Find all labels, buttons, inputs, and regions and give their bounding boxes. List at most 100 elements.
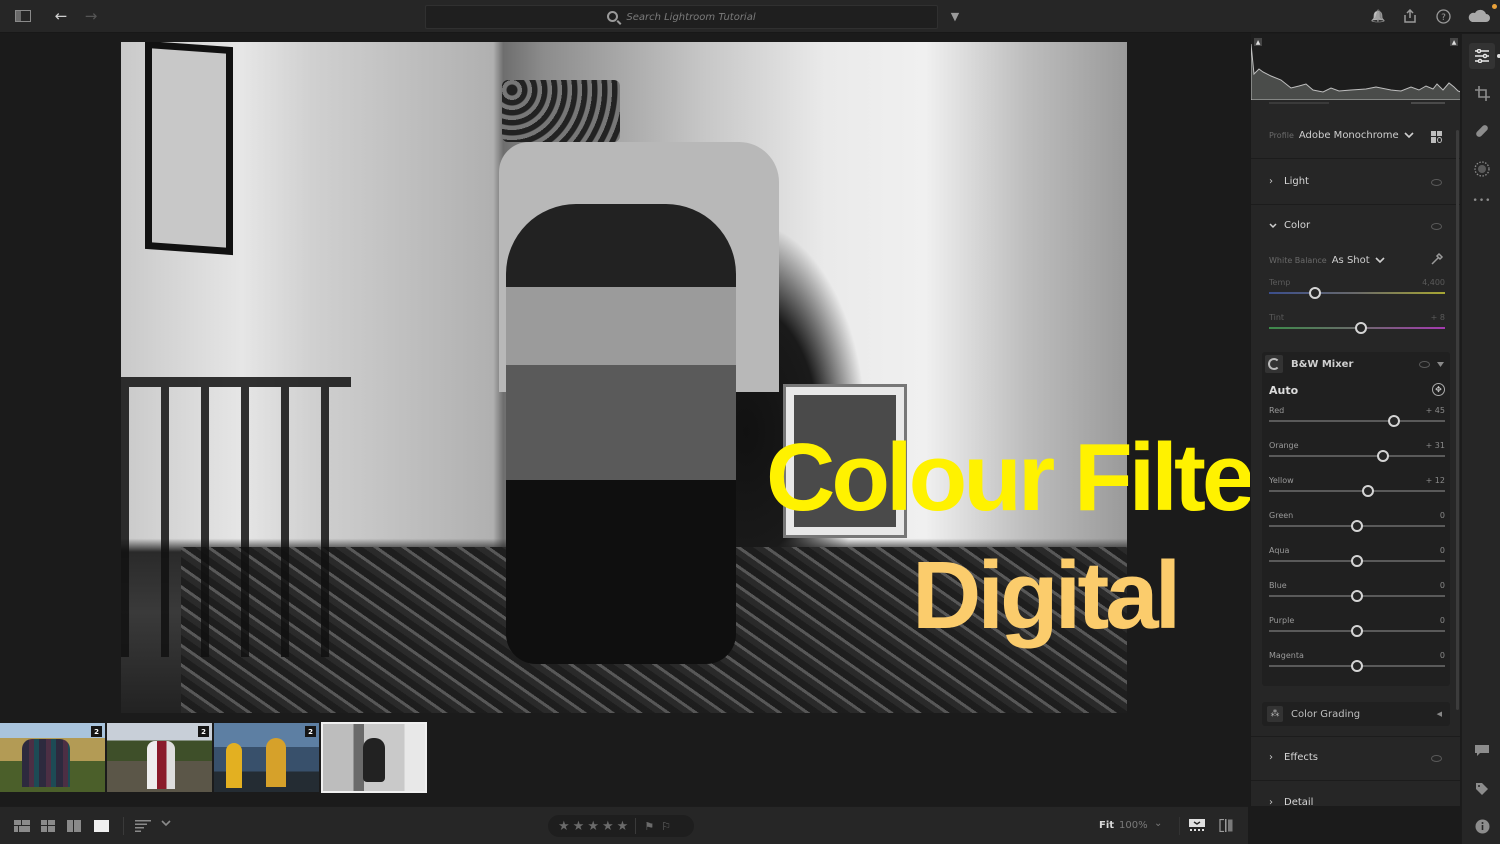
- red-slider[interactable]: Red + 45: [1269, 406, 1445, 436]
- orange-track[interactable]: [1269, 455, 1445, 457]
- sort-icon[interactable]: [135, 820, 151, 832]
- zoom-level-button[interactable]: 100%: [1119, 820, 1148, 831]
- panel-scrollbar[interactable]: [1456, 130, 1459, 710]
- single-photo-view-icon[interactable]: [94, 820, 109, 832]
- pick-flag-icon[interactable]: ⚑: [644, 821, 654, 832]
- profile-selector[interactable]: Profile Adobe Monochrome: [1269, 130, 1414, 141]
- temp-track[interactable]: [1269, 292, 1445, 294]
- section-color[interactable]: Color: [1269, 220, 1310, 231]
- filmstrip-toggle-icon[interactable]: [1189, 819, 1205, 831]
- green-value: 0: [1439, 511, 1445, 520]
- photo-pillow: [502, 80, 620, 142]
- profile-browser-icon[interactable]: [1431, 131, 1443, 143]
- targeted-adjustment-icon[interactable]: ✥: [1432, 383, 1445, 396]
- reject-flag-icon[interactable]: ⚐: [661, 821, 671, 832]
- green-slider[interactable]: Green 0: [1269, 511, 1445, 541]
- zoom-chevron-down-icon[interactable]: ⌄: [1154, 818, 1162, 829]
- filmstrip-thumbnail[interactable]: 2: [214, 723, 319, 792]
- info-icon[interactable]: [1469, 813, 1495, 839]
- crop-icon[interactable]: [1469, 80, 1495, 106]
- section-color-label: Color: [1284, 220, 1311, 231]
- green-label: Green: [1269, 511, 1294, 520]
- bw-mixer-dropdown-icon[interactable]: [1437, 362, 1444, 367]
- yellow-track[interactable]: [1269, 490, 1445, 492]
- eye-icon[interactable]: [1431, 755, 1442, 762]
- white-balance-label: White Balance: [1269, 256, 1327, 265]
- blue-slider[interactable]: Blue 0: [1269, 581, 1445, 611]
- detail-view-icon[interactable]: [67, 820, 81, 832]
- back-arrow-icon[interactable]: ←: [52, 8, 70, 24]
- aqua-slider[interactable]: Aqua 0: [1269, 546, 1445, 576]
- tag-icon[interactable]: [1469, 776, 1495, 802]
- red-track[interactable]: [1269, 420, 1445, 422]
- filmstrip-thumbnail[interactable]: 2: [107, 723, 212, 792]
- star-rating-2[interactable]: ★: [573, 820, 585, 833]
- highlight-clipping-toggle[interactable]: ▲: [1450, 38, 1458, 46]
- cloud-icon[interactable]: [1466, 8, 1492, 24]
- shadow-clipping-toggle[interactable]: ▲: [1254, 38, 1262, 46]
- blue-label: Blue: [1269, 581, 1287, 590]
- before-after-icon[interactable]: [1219, 819, 1233, 832]
- yellow-slider-handle[interactable]: [1361, 485, 1374, 497]
- color-grading-header[interactable]: ⁂ Color Grading ◀: [1262, 702, 1450, 726]
- star-rating-3[interactable]: ★: [587, 820, 599, 833]
- orange-slider[interactable]: Orange + 31: [1269, 441, 1445, 471]
- more-tools-icon[interactable]: •••: [1469, 188, 1495, 214]
- star-rating-5[interactable]: ★: [617, 820, 629, 833]
- tint-slider[interactable]: Tint + 8: [1269, 313, 1445, 343]
- blue-slider-handle[interactable]: [1351, 590, 1363, 602]
- eyedropper-icon[interactable]: [1430, 252, 1444, 266]
- magenta-slider[interactable]: Magenta 0: [1269, 651, 1445, 681]
- yellow-slider[interactable]: Yellow + 12: [1269, 476, 1445, 506]
- histogram[interactable]: ▲ ▲: [1251, 34, 1460, 100]
- temp-slider-handle[interactable]: [1308, 287, 1321, 299]
- square-grid-icon[interactable]: [41, 820, 55, 832]
- forward-arrow-icon[interactable]: →: [82, 8, 100, 24]
- edit-sliders-icon[interactable]: [1469, 43, 1495, 69]
- tint-slider-handle[interactable]: [1354, 322, 1367, 334]
- white-balance-selector[interactable]: White Balance As Shot: [1269, 255, 1385, 266]
- orange-slider-handle[interactable]: [1377, 450, 1390, 462]
- eye-icon[interactable]: [1431, 223, 1442, 230]
- photo-grid-icon[interactable]: [14, 820, 30, 832]
- star-rating-4[interactable]: ★: [602, 820, 614, 833]
- fit-zoom-button[interactable]: Fit: [1099, 820, 1114, 831]
- aqua-slider-handle[interactable]: [1351, 555, 1363, 567]
- orange-label: Orange: [1269, 441, 1299, 450]
- cloud-status-dot: [1492, 4, 1497, 9]
- bell-icon[interactable]: 🔔: [1369, 8, 1387, 24]
- magenta-slider-handle[interactable]: [1351, 660, 1363, 672]
- green-slider-handle[interactable]: [1351, 520, 1363, 532]
- auto-button[interactable]: Auto: [1269, 384, 1298, 397]
- section-light[interactable]: › Light: [1269, 176, 1309, 187]
- section-detail[interactable]: › Detail: [1269, 797, 1313, 806]
- star-rating-1[interactable]: ★: [558, 820, 570, 833]
- section-effects[interactable]: › Effects: [1269, 752, 1318, 763]
- help-icon[interactable]: ?: [1434, 8, 1452, 24]
- purple-slider-handle[interactable]: [1351, 625, 1363, 637]
- filter-icon[interactable]: ▼: [946, 8, 964, 24]
- search-icon: [607, 10, 619, 22]
- purple-slider[interactable]: Purple 0: [1269, 616, 1445, 646]
- color-grading-arrow-icon: ◀: [1436, 710, 1442, 718]
- panel-toggle-icon[interactable]: [14, 8, 32, 24]
- search-input[interactable]: Search Lightroom Tutorial: [425, 5, 938, 29]
- comment-icon[interactable]: [1469, 738, 1495, 764]
- temp-label: Temp: [1269, 278, 1291, 287]
- eye-icon[interactable]: [1419, 361, 1430, 368]
- healing-icon[interactable]: [1469, 118, 1495, 144]
- red-slider-handle[interactable]: [1387, 415, 1400, 427]
- bw-mixer-header[interactable]: B&W Mixer: [1265, 355, 1353, 373]
- profile-value: Adobe Monochrome: [1298, 130, 1399, 141]
- chevron-down-icon: [1269, 222, 1277, 228]
- svg-text:?: ?: [1441, 13, 1446, 23]
- share-icon[interactable]: [1401, 8, 1419, 24]
- temp-slider[interactable]: Temp 4,400: [1269, 278, 1445, 308]
- sort-chevron-down-icon[interactable]: [161, 819, 171, 831]
- eye-icon[interactable]: [1431, 179, 1442, 186]
- filmstrip-thumbnail[interactable]: 2: [0, 723, 105, 792]
- histogram-graph: [1251, 43, 1460, 100]
- masking-icon[interactable]: [1469, 156, 1495, 182]
- filmstrip-thumbnail-selected[interactable]: [321, 722, 427, 793]
- bottom-toolbar: ★ ★ ★ ★ ★ ⚑ ⚐ Fit 100% ⌄: [0, 806, 1248, 844]
